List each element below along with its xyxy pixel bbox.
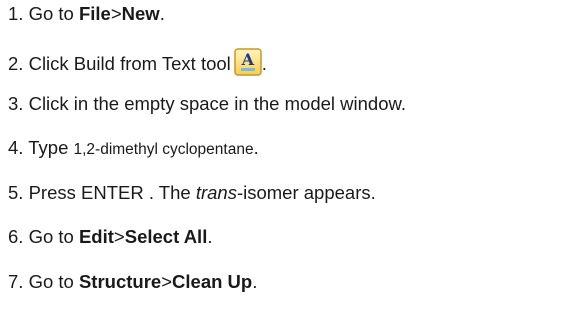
step-number: 7.	[8, 271, 24, 292]
build-from-text-tool-icon: A	[234, 48, 262, 76]
step-text: Go to	[28, 3, 79, 24]
step-punctuation: .	[159, 3, 165, 24]
step-punctuation: .	[261, 53, 267, 74]
step-number: 6.	[8, 226, 24, 247]
tool-icon-glyph: A	[241, 50, 254, 69]
step-text: Type	[28, 137, 74, 158]
step-text-end: -isomer appears.	[236, 182, 376, 203]
step-5: 5. Press ENTER . The trans-isomer appear…	[8, 182, 376, 204]
menu-separator: >	[161, 271, 173, 292]
step-1: 1. Go to File>New.	[8, 3, 165, 25]
step-3: 3. Click in the empty space in the model…	[8, 93, 406, 115]
menu-item-new: New	[121, 3, 160, 24]
menu-separator: >	[110, 3, 122, 24]
menu-item-clean-up: Clean Up	[172, 271, 253, 292]
step-4: 4. Type 1,2-dimethyl cyclopentane.	[8, 137, 259, 159]
menu-file: File	[78, 3, 111, 24]
step-text: Click in the empty space in the model wi…	[28, 93, 406, 114]
menu-separator: >	[113, 226, 125, 247]
step-punctuation: .	[252, 271, 258, 292]
menu-item-select-all: Select All	[124, 226, 208, 247]
step-punctuation: .	[207, 226, 213, 247]
step-punctuation: .	[253, 137, 259, 158]
step-6: 6. Go to Edit>Select All.	[8, 226, 212, 248]
menu-edit: Edit	[78, 226, 114, 247]
step-number: 5.	[8, 182, 24, 203]
step-text: Go to	[28, 226, 79, 247]
step-text: Click Build from Text tool	[28, 53, 231, 74]
menu-structure: Structure	[78, 271, 162, 292]
step-7: 7. Go to Structure>Clean Up.	[8, 271, 257, 293]
step-2: 2. Click Build from Text tool A .	[8, 48, 267, 76]
step-number: 3.	[8, 93, 24, 114]
step-number: 4.	[8, 137, 24, 158]
step-number: 2.	[8, 53, 24, 74]
step-text: Press ENTER . The	[28, 182, 196, 203]
italic-term: trans	[195, 182, 237, 203]
step-number: 1.	[8, 3, 24, 24]
typed-input-text: 1,2-dimethyl cyclopentane	[73, 141, 254, 158]
step-text: Go to	[28, 271, 79, 292]
